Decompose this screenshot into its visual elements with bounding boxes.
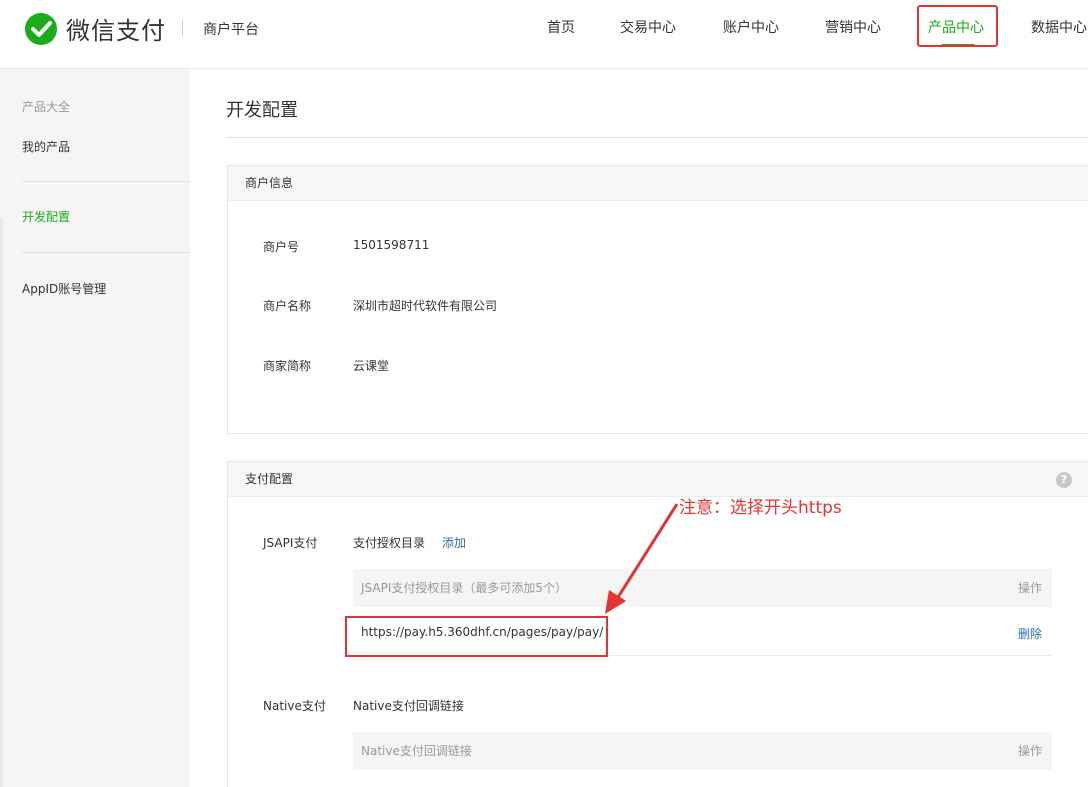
header-divider bbox=[182, 20, 183, 36]
logo-text: 微信支付 bbox=[66, 17, 166, 45]
annotation-arrow-icon bbox=[605, 503, 679, 614]
jsapi-column-header: JSAPI支付授权目录（最多可添加5个） bbox=[361, 581, 567, 595]
nav-home[interactable]: 首页 bbox=[547, 17, 575, 37]
url-highlight-box bbox=[345, 616, 608, 657]
merchant-name-value: 深圳市超时代软件有限公司 bbox=[353, 299, 498, 313]
native-callback-label: Native支付回调链接 bbox=[353, 699, 464, 713]
nav-marketing-center[interactable]: 营销中心 bbox=[825, 17, 881, 37]
merchant-short-name-label: 商家简称 bbox=[263, 359, 312, 373]
native-label: Native支付 bbox=[263, 699, 326, 713]
top-header: 微信支付 商户平台 首页 交易中心 账户中心 营销中心 产品中心 数据中心 bbox=[0, 0, 1088, 69]
sidebar-divider bbox=[22, 252, 190, 253]
nav-trade-center[interactable]: 交易中心 bbox=[620, 17, 676, 37]
wechat-pay-logo-icon bbox=[25, 12, 57, 45]
merchant-short-name-value: 云课堂 bbox=[353, 359, 390, 373]
native-ops-header: 操作 bbox=[1017, 744, 1042, 758]
nav-highlight-box bbox=[917, 5, 998, 47]
jsapi-ops-header: 操作 bbox=[1017, 581, 1042, 595]
delete-link[interactable]: 删除 bbox=[1018, 625, 1042, 642]
merchant-name-label: 商户名称 bbox=[263, 299, 312, 313]
page-title: 开发配置 bbox=[226, 100, 298, 121]
native-table-header: Native支付回调链接 操作 bbox=[353, 732, 1052, 770]
sidebar-group-label: 产品大全 bbox=[22, 100, 71, 114]
nav-account-center[interactable]: 账户中心 bbox=[723, 17, 779, 37]
sidebar bbox=[0, 69, 190, 787]
merchant-id-label: 商户号 bbox=[263, 240, 300, 254]
payment-config-heading: 支付配置 bbox=[245, 472, 294, 486]
jsapi-dir-label: 支付授权目录 bbox=[353, 536, 426, 550]
sidebar-divider bbox=[22, 181, 190, 182]
payment-config-header: 支付配置 ? bbox=[228, 462, 1088, 497]
merchant-info-heading: 商户信息 bbox=[228, 166, 1088, 201]
wechat-pay-logo[interactable]: 微信支付 bbox=[24, 11, 166, 46]
sidebar-item-dev-config[interactable]: 开发配置 bbox=[22, 208, 70, 225]
merchant-id-value: 1501598711 bbox=[353, 238, 430, 252]
sidebar-item-my-products[interactable]: 我的产品 bbox=[22, 138, 70, 155]
help-icon[interactable]: ? bbox=[1056, 472, 1072, 488]
sidebar-item-appid-management[interactable]: AppID账号管理 bbox=[22, 280, 106, 297]
annotation-note: 注意：选择开头https bbox=[679, 498, 842, 518]
jsapi-label: JSAPI支付 bbox=[263, 536, 318, 550]
sidebar-shade bbox=[0, 218, 5, 787]
add-dir-link[interactable]: 添加 bbox=[442, 534, 466, 551]
title-divider bbox=[226, 137, 1088, 138]
nav-data-center[interactable]: 数据中心 bbox=[1031, 17, 1087, 37]
jsapi-table-header: JSAPI支付授权目录（最多可添加5个） 操作 bbox=[353, 569, 1052, 607]
platform-name: 商户平台 bbox=[203, 22, 259, 38]
native-column-header: Native支付回调链接 bbox=[361, 744, 472, 758]
